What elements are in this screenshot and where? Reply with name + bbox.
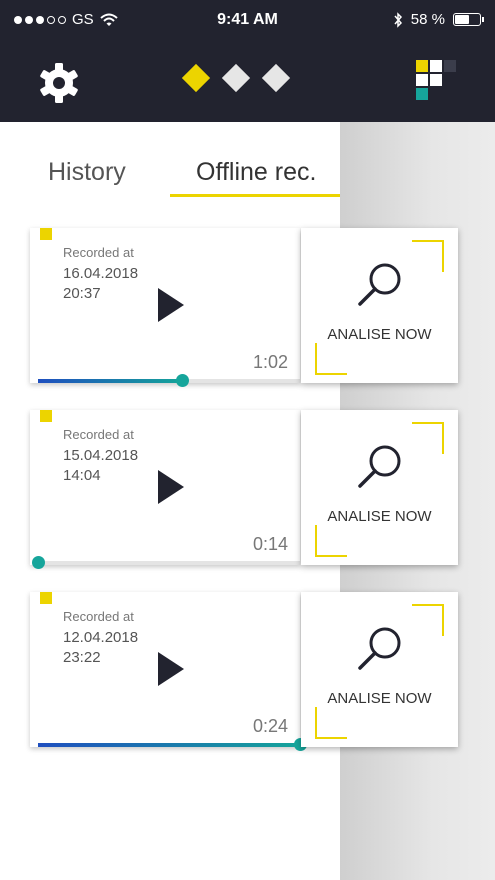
recording-card: Recorded at 12.04.2018 23:22 0:24 ANALIS… [30, 592, 458, 751]
recording-duration: 1:02 [252, 352, 288, 372]
page-indicator-dot[interactable] [221, 63, 251, 93]
play-icon[interactable] [158, 652, 184, 686]
battery-level [455, 15, 469, 24]
corner-accent [315, 525, 347, 557]
active-tab-indicator [170, 194, 340, 197]
status-right: 58 % [393, 11, 484, 28]
magnifier-icon [358, 445, 401, 488]
recording-marker [40, 228, 52, 240]
playback-progress-thumb[interactable] [32, 556, 45, 569]
battery-nub [482, 17, 484, 22]
corner-accent [412, 422, 444, 454]
page-indicator[interactable] [181, 63, 291, 93]
tab-offline-rec[interactable]: Offline rec. [196, 158, 316, 187]
corner-accent [315, 707, 347, 739]
playback-progress-track[interactable] [32, 556, 300, 569]
recording-player: Recorded at 16.04.2018 20:37 1:02 [30, 228, 300, 387]
page-indicator-dot[interactable] [261, 63, 291, 93]
playback-progress-track[interactable] [38, 374, 300, 387]
status-bar: GS 9:41 AM 58 % [0, 0, 495, 40]
recording-duration: 0:14 [252, 534, 288, 554]
analyse-now-label: ANALISE NOW [327, 508, 432, 525]
recording-duration: 0:24 [252, 716, 288, 736]
play-icon[interactable] [158, 470, 184, 504]
recording-marker [40, 410, 52, 422]
playback-progress-thumb[interactable] [176, 374, 190, 387]
corner-accent [412, 604, 444, 636]
recorded-at-label: Recorded at [63, 609, 134, 624]
playback-progress-fill [38, 379, 183, 383]
battery-icon [453, 13, 484, 26]
recording-marker [40, 592, 52, 604]
top-nav-bar [0, 40, 495, 122]
analyse-now-button[interactable]: ANALISE NOW [301, 228, 458, 383]
app-logo-icon[interactable] [416, 60, 460, 104]
battery-percent: 58 % [410, 11, 445, 28]
recording-time: 20:37 [63, 285, 101, 302]
magnifier-icon [358, 263, 401, 306]
analyse-now-button[interactable]: ANALISE NOW [301, 592, 458, 747]
analyse-now-button[interactable]: ANALISE NOW [301, 410, 458, 565]
corner-accent [412, 240, 444, 272]
recorded-at-label: Recorded at [63, 245, 134, 260]
gear-icon[interactable] [38, 62, 80, 104]
recording-card: Recorded at 15.04.2018 14:04 0:14 ANALIS… [30, 410, 458, 569]
recording-card: Recorded at 16.04.2018 20:37 1:02 ANALIS… [30, 228, 458, 387]
playback-progress-track[interactable] [38, 738, 307, 751]
recorded-at-label: Recorded at [63, 427, 134, 442]
recording-date: 16.04.2018 [63, 265, 139, 282]
analyse-now-label: ANALISE NOW [327, 326, 432, 343]
analyse-now-label: ANALISE NOW [327, 690, 432, 707]
recording-player: Recorded at 15.04.2018 14:04 0:14 [30, 410, 300, 569]
playback-progress-fill [38, 743, 300, 747]
page-indicator-dot[interactable] [181, 63, 211, 93]
tab-history[interactable]: History [48, 158, 126, 187]
recording-date: 12.04.2018 [63, 629, 139, 646]
recording-time: 23:22 [63, 649, 101, 666]
magnifier-icon [358, 627, 401, 670]
recording-date: 15.04.2018 [63, 447, 139, 464]
recording-time: 14:04 [63, 467, 101, 484]
recording-player: Recorded at 12.04.2018 23:22 0:24 [30, 592, 307, 751]
corner-accent [315, 343, 347, 375]
bluetooth-icon [394, 11, 402, 28]
play-icon[interactable] [158, 288, 184, 322]
